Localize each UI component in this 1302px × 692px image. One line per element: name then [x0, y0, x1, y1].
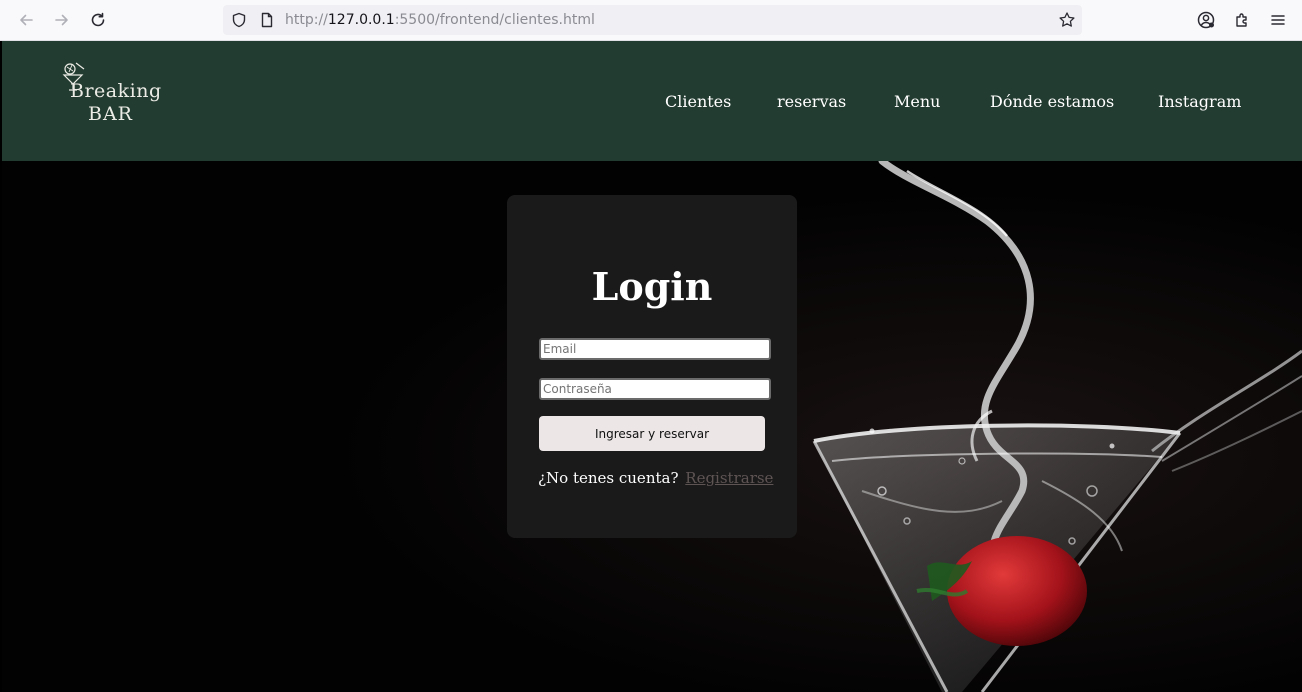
email-field[interactable] [539, 338, 771, 360]
register-link[interactable]: Registrarse [685, 469, 773, 487]
url-host: 127.0.0.1 [327, 12, 395, 28]
back-icon[interactable] [15, 9, 37, 31]
menu-icon[interactable] [1267, 9, 1289, 31]
url-prefix: http:// [285, 12, 328, 28]
nav-link-menu[interactable]: Menu [894, 91, 940, 113]
nav-link-reservas[interactable]: reservas [777, 91, 846, 113]
url-text: http://127.0.0.1:5500/frontend/clientes.… [285, 11, 595, 29]
extensions-icon[interactable] [1231, 9, 1253, 31]
register-prompt-text: ¿No tenes cuenta? [538, 469, 679, 487]
register-prompt: ¿No tenes cuenta? Registrarse [538, 468, 773, 488]
browser-toolbar: http://127.0.0.1:5500/frontend/clientes.… [0, 0, 1302, 41]
login-title: Login [591, 264, 713, 309]
password-field[interactable] [539, 378, 771, 400]
bookmark-star-icon[interactable] [1058, 11, 1076, 33]
reload-icon[interactable] [87, 9, 109, 31]
login-card: Login Ingresar y reservar ¿No tenes cuen… [507, 195, 797, 538]
forward-icon[interactable] [51, 9, 73, 31]
site-header: Breaking BAR Clientes reservas Menu Dónd… [2, 41, 1302, 161]
page-icon [259, 12, 275, 32]
nav-link-donde-estamos[interactable]: Dónde estamos [990, 91, 1114, 113]
nav-link-instagram[interactable]: Instagram [1158, 91, 1241, 113]
login-submit-button[interactable]: Ingresar y reservar [539, 416, 765, 451]
url-path: :5500/frontend/clientes.html [394, 12, 595, 28]
address-bar[interactable]: http://127.0.0.1:5500/frontend/clientes.… [223, 5, 1082, 35]
account-icon[interactable] [1195, 9, 1217, 31]
main-nav: Clientes reservas Menu Dónde estamos Ins… [2, 91, 1302, 115]
nav-link-clientes[interactable]: Clientes [665, 91, 731, 113]
shield-icon[interactable] [231, 12, 247, 32]
